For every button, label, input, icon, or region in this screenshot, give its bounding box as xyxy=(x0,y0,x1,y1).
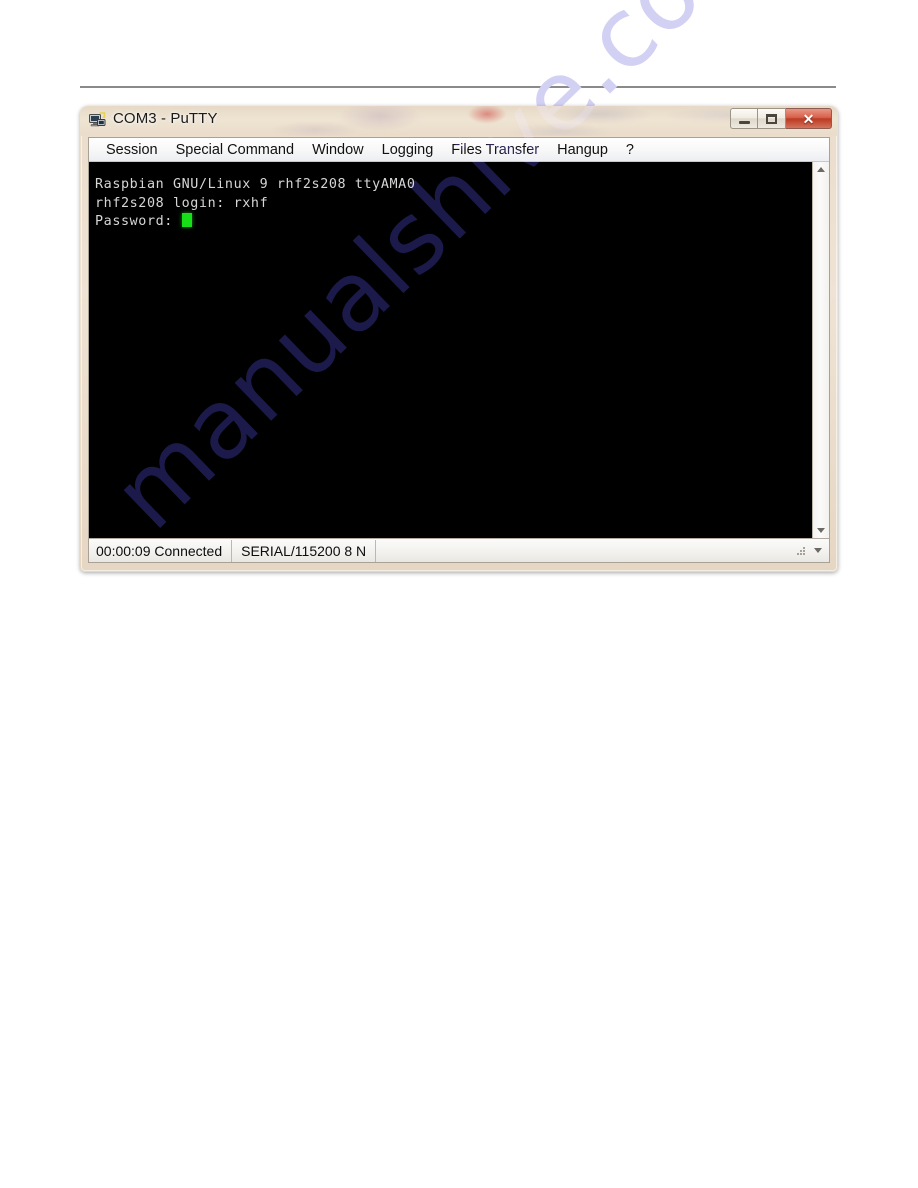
status-port-settings: SERIAL/115200 8 N xyxy=(232,539,377,562)
terminal-line: Raspbian GNU/Linux 9 rhf2s208 ttyAMA0 xyxy=(95,177,416,192)
menu-item-window[interactable]: Window xyxy=(303,139,373,161)
menu-item-session[interactable]: Session xyxy=(97,139,167,161)
status-dropdown-arrow-icon[interactable] xyxy=(812,548,824,553)
document-page: manualshive.com COM3 - PuTTY xyxy=(0,0,918,1188)
menu-bar[interactable]: Session Special Command Window Logging F… xyxy=(89,138,829,162)
menu-item-hangup[interactable]: Hangup xyxy=(548,139,617,161)
status-bar: 00:00:09 Connected SERIAL/115200 8 N xyxy=(89,538,829,562)
window-title: COM3 - PuTTY xyxy=(113,110,218,127)
minimize-icon xyxy=(738,120,750,124)
maximize-icon xyxy=(766,113,777,124)
terminal-line: rhf2s208 login: rxhf xyxy=(95,195,269,211)
title-bar[interactable]: COM3 - PuTTY ✕ xyxy=(80,106,838,136)
putty-terminal-icon xyxy=(89,112,106,129)
close-icon: ✕ xyxy=(802,110,815,127)
vertical-scrollbar[interactable] xyxy=(812,162,829,538)
page-header-rule xyxy=(80,86,836,88)
scroll-up-arrow-icon[interactable] xyxy=(814,162,829,177)
password-prompt-text: Password: xyxy=(95,214,182,229)
terminal-cursor xyxy=(181,213,192,227)
menu-item-special-command[interactable]: Special Command xyxy=(167,139,303,161)
menu-item-help[interactable]: ? xyxy=(617,139,643,161)
menu-item-files-transfer[interactable]: Files Transfer xyxy=(442,139,548,161)
menu-item-logging[interactable]: Logging xyxy=(373,139,443,161)
terminal-line-password-prompt: Password: xyxy=(95,213,812,232)
minimize-button[interactable] xyxy=(730,108,758,129)
scroll-down-arrow-icon[interactable] xyxy=(814,523,829,538)
scrollbar-track[interactable] xyxy=(813,177,829,523)
window-controls[interactable]: ✕ xyxy=(730,108,832,129)
putty-window[interactable]: COM3 - PuTTY ✕ Session Special Command W… xyxy=(80,106,838,572)
client-area: Session Special Command Window Logging F… xyxy=(88,137,830,563)
resize-grip[interactable] xyxy=(794,544,808,558)
maximize-button[interactable] xyxy=(758,108,786,129)
terminal-row: Raspbian GNU/Linux 9 rhf2s208 ttyAMA0 rh… xyxy=(89,162,829,538)
close-button[interactable]: ✕ xyxy=(786,108,832,129)
status-connection-time: 00:00:09 Connected xyxy=(89,539,233,562)
terminal-output[interactable]: Raspbian GNU/Linux 9 rhf2s208 ttyAMA0 rh… xyxy=(89,162,812,538)
